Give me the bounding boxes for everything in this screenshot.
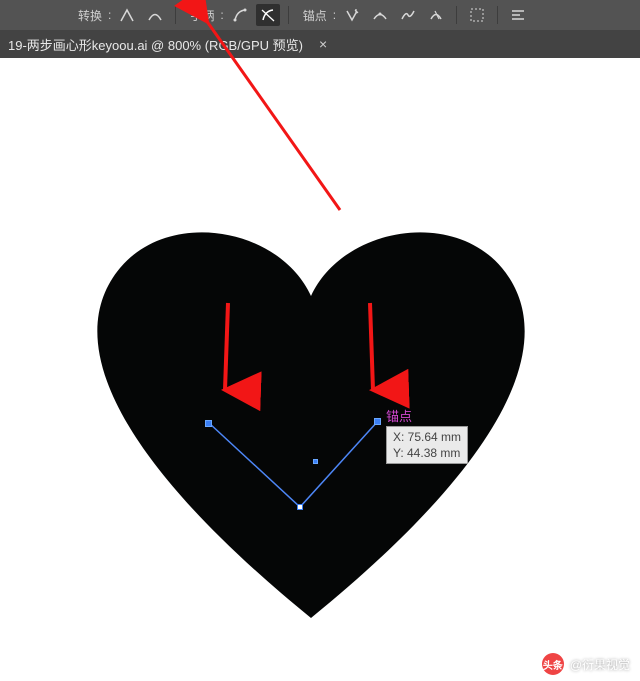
- anchor-point-left[interactable]: [205, 420, 212, 427]
- toolbar-sep-1: [175, 6, 176, 24]
- isolate-button[interactable]: [465, 4, 489, 26]
- document-tabbar: 19-两步画心形keyoou.ai @ 800% (RGB/GPU 预览) ×: [0, 30, 640, 58]
- options-toolbar: 转换 : 手柄 : 锚点 :: [0, 0, 640, 30]
- colon: :: [333, 8, 336, 22]
- convert-corner-button[interactable]: [115, 4, 139, 26]
- handle-show-button[interactable]: [228, 4, 252, 26]
- watermark: 头条 @衍果视觉: [542, 653, 630, 675]
- convert-smooth-button[interactable]: [143, 4, 167, 26]
- document-tab-title[interactable]: 19-两步画心形keyoou.ai @ 800% (RGB/GPU 预览): [8, 35, 303, 54]
- toolbar-sep-3: [456, 6, 457, 24]
- convert-label: 转换: [78, 7, 102, 24]
- anchor-point-bottom[interactable]: [297, 504, 303, 510]
- watermark-badge-icon: 头条: [542, 653, 564, 675]
- colon: :: [220, 8, 223, 22]
- toolbar-sep-4: [497, 6, 498, 24]
- coordinates-tooltip: X: 75.64 mm Y: 44.38 mm: [386, 426, 468, 464]
- anchor-connect-button[interactable]: [396, 4, 420, 26]
- anchor-handle-mid[interactable]: [313, 459, 318, 464]
- anchor-label: 锚点: [303, 7, 327, 24]
- align-button[interactable]: [506, 4, 530, 26]
- anchor-cut-button[interactable]: [424, 4, 448, 26]
- close-tab-button[interactable]: ×: [319, 36, 327, 52]
- handle-label: 手柄: [190, 7, 214, 24]
- heart-shape[interactable]: [80, 218, 542, 638]
- colon: :: [108, 8, 111, 22]
- anchor-add-button[interactable]: [368, 4, 392, 26]
- handle-hide-button[interactable]: [256, 4, 280, 26]
- toolbar-sep-2: [288, 6, 289, 24]
- coord-y: Y: 44.38 mm: [393, 445, 461, 461]
- watermark-text: @衍果视觉: [570, 656, 630, 673]
- coord-x: X: 75.64 mm: [393, 429, 461, 445]
- anchor-remove-button[interactable]: [340, 4, 364, 26]
- artboard[interactable]: 锚点 X: 75.64 mm Y: 44.38 mm 头条 @衍果视觉: [0, 58, 640, 681]
- anchor-label-text: 锚点: [386, 406, 412, 425]
- anchor-point-right[interactable]: [374, 418, 381, 425]
